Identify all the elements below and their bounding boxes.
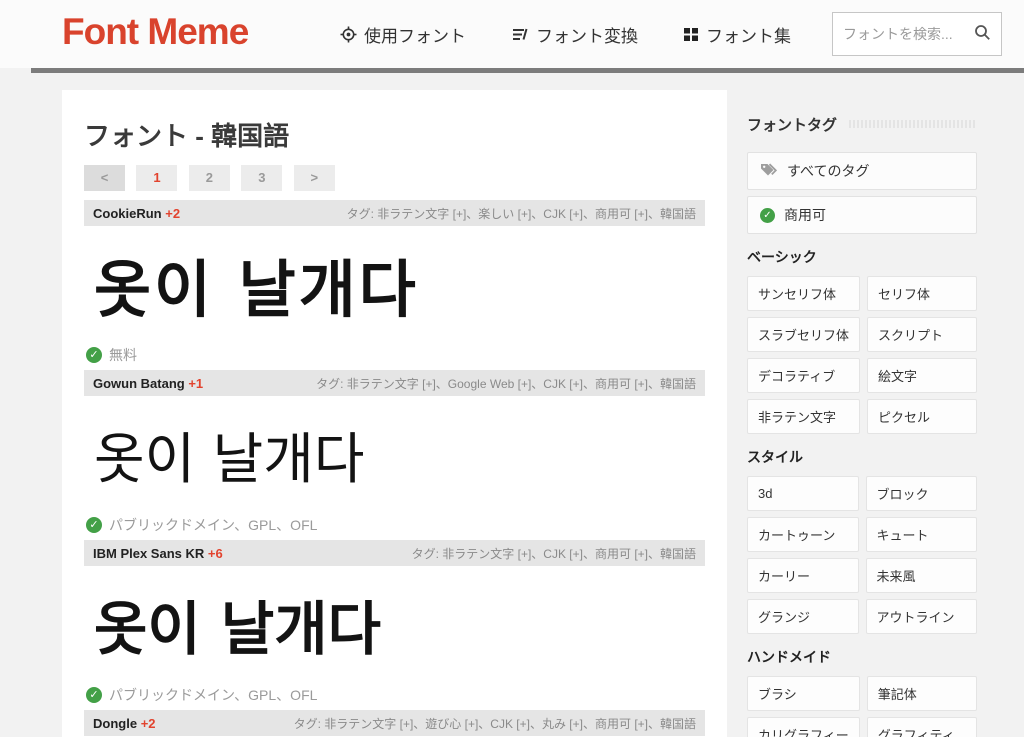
font-entry-header: Gowun Batang +1 タグ: 非ラテン文字 [+]、Google We… [84,370,705,396]
search-icon [974,24,991,44]
pagination-prev[interactable]: < [84,165,125,191]
font-license: ✓ 無料 [84,342,705,368]
search-box [832,12,1002,56]
font-name-link[interactable]: Dongle +2 [93,716,156,731]
check-icon: ✓ [760,208,775,223]
tag-group-title-handmade: ハンドメイド [747,647,977,667]
font-entry-header: Dongle +2 タグ: 非ラテン文字 [+]、遊び心 [+]、CJK [+]… [84,710,705,736]
sidebar-heading: フォントタグ [747,114,977,134]
tag-group-title-basic: ベーシック [747,247,977,267]
nav-item-font-generator[interactable]: フォント変換 [512,22,638,47]
all-tags-label: すべてのタグ [787,161,869,181]
font-entry: Gowun Batang +1 タグ: 非ラテン文字 [+]、Google We… [84,370,705,538]
tag-button-outline[interactable]: アウトライン [866,599,978,634]
main-content: フォント - 韓国語 < 1 2 3 > CookieRun +2 タグ: 非ラ… [62,90,727,737]
grid-icon [684,27,699,42]
tag-button-cartoon[interactable]: カートゥーン [747,517,859,552]
tag-grid-basic: サンセリフ体 セリフ体 スラブセリフ体 スクリプト デコラティブ 絵文字 非ラテ… [747,276,977,434]
pagination-page-2[interactable]: 2 [189,165,230,191]
tag-button-non-latin[interactable]: 非ラテン文字 [747,399,860,434]
font-more-count[interactable]: +2 [141,716,156,731]
pagination-page-1[interactable]: 1 [136,165,177,191]
font-name: Dongle [93,716,137,731]
check-icon: ✓ [86,687,102,703]
font-license: ✓ パブリックドメイン、GPL、OFL [84,682,705,708]
tag-button-brush[interactable]: ブラシ [747,676,860,711]
nav-item-label: フォント集 [706,22,791,47]
tag-grid-handmade: ブラシ 筆記体 カリグラフィー グラフィティ [747,676,977,737]
tag-button-script[interactable]: スクリプト [867,317,977,352]
tag-button-slab-serif[interactable]: スラブセリフ体 [747,317,860,352]
decorative-stripe [849,120,977,128]
font-entry: Dongle +2 タグ: 非ラテン文字 [+]、遊び心 [+]、CJK [+]… [84,710,705,736]
font-sample-image[interactable]: 옷이 날개다 [84,566,705,682]
all-tags-button[interactable]: すべてのタグ [747,152,977,190]
font-tags[interactable]: タグ: 非ラテン文字 [+]、Google Web [+]、CJK [+]、商用… [316,375,696,392]
check-icon: ✓ [86,347,102,363]
main-nav: 使用フォント フォント変換 フォント集 [340,0,791,68]
nav-item-label: フォント変換 [536,22,638,47]
site-header: Font Meme 使用フォント フォント変換 フォント集 [0,0,1024,68]
sidebar-heading-label: フォントタグ [747,114,837,135]
font-entry: IBM Plex Sans KR +6 タグ: 非ラテン文字 [+]、CJK [… [84,540,705,708]
font-name: CookieRun [93,206,162,221]
license-text: パブリックドメイン、GPL、OFL [109,685,317,705]
tags-icon [760,162,778,181]
commercial-use-label: 商用可 [784,205,826,225]
search-button[interactable] [974,24,991,44]
check-icon: ✓ [86,517,102,533]
font-more-count[interactable]: +1 [188,376,203,391]
tag-group-title-style: スタイル [747,447,977,467]
convert-icon [512,26,529,43]
tag-button-calligraphy[interactable]: カリグラフィー [747,717,860,737]
tag-button-graffiti[interactable]: グラフィティ [867,717,977,737]
tag-button-cute[interactable]: キュート [866,517,978,552]
font-entry-header: CookieRun +2 タグ: 非ラテン文字 [+]、楽しい [+]、CJK … [84,200,705,226]
tag-button-pixel[interactable]: ピクセル [867,399,977,434]
page-title: フォント - 韓国語 [84,116,705,153]
site-logo[interactable]: Font Meme [62,11,248,53]
sidebar-font-tags: フォントタグ すべてのタグ ✓ 商用可 ベーシック サンセリフ体 セリフ体 スラ… [747,114,977,737]
font-tags[interactable]: タグ: 非ラテン文字 [+]、CJK [+]、商用可 [+]、韓国語 [412,545,696,562]
tag-button-block[interactable]: ブロック [866,476,978,511]
target-icon [340,26,357,43]
nav-item-fonts-in-use[interactable]: 使用フォント [340,22,466,47]
font-name: IBM Plex Sans KR [93,546,204,561]
font-tags[interactable]: タグ: 非ラテン文字 [+]、遊び心 [+]、CJK [+]、丸み [+]、商用… [294,715,696,732]
pagination-next[interactable]: > [294,165,335,191]
tag-button-serif[interactable]: セリフ体 [867,276,977,311]
search-input[interactable] [843,26,974,42]
font-sample-image[interactable]: 옷이 날개다 [84,396,705,512]
font-more-count[interactable]: +6 [208,546,223,561]
tag-grid-style: 3d ブロック カートゥーン キュート カーリー 未来風 グランジ アウトライン [747,476,977,634]
tag-button-curly[interactable]: カーリー [747,558,859,593]
tag-button-3d[interactable]: 3d [747,476,859,511]
font-name-link[interactable]: CookieRun +2 [93,206,180,221]
tag-button-sans-serif[interactable]: サンセリフ体 [747,276,860,311]
tag-button-emoji[interactable]: 絵文字 [867,358,977,393]
font-name-link[interactable]: IBM Plex Sans KR +6 [93,546,223,561]
font-more-count[interactable]: +2 [165,206,180,221]
font-sample-image[interactable]: 옷이 날개다 [84,226,705,342]
nav-item-label: 使用フォント [364,22,466,47]
font-license: ✓ パブリックドメイン、GPL、OFL [84,512,705,538]
font-name-link[interactable]: Gowun Batang +1 [93,376,203,391]
tag-button-grunge[interactable]: グランジ [747,599,859,634]
license-text: パブリックドメイン、GPL、OFL [109,515,317,535]
font-name: Gowun Batang [93,376,185,391]
nav-item-font-collection[interactable]: フォント集 [684,22,791,47]
font-list: CookieRun +2 タグ: 非ラテン文字 [+]、楽しい [+]、CJK … [84,200,705,736]
tag-button-handwriting[interactable]: 筆記体 [867,676,977,711]
tag-button-futuristic[interactable]: 未来風 [866,558,978,593]
commercial-use-filter-button[interactable]: ✓ 商用可 [747,196,977,234]
pagination: < 1 2 3 > [84,165,705,191]
license-text: 無料 [109,345,137,365]
font-entry-header: IBM Plex Sans KR +6 タグ: 非ラテン文字 [+]、CJK [… [84,540,705,566]
font-tags[interactable]: タグ: 非ラテン文字 [+]、楽しい [+]、CJK [+]、商用可 [+]、韓… [347,205,696,222]
font-entry: CookieRun +2 タグ: 非ラテン文字 [+]、楽しい [+]、CJK … [84,200,705,368]
header-divider [31,68,1024,73]
tag-button-decorative[interactable]: デコラティブ [747,358,860,393]
pagination-page-3[interactable]: 3 [241,165,282,191]
